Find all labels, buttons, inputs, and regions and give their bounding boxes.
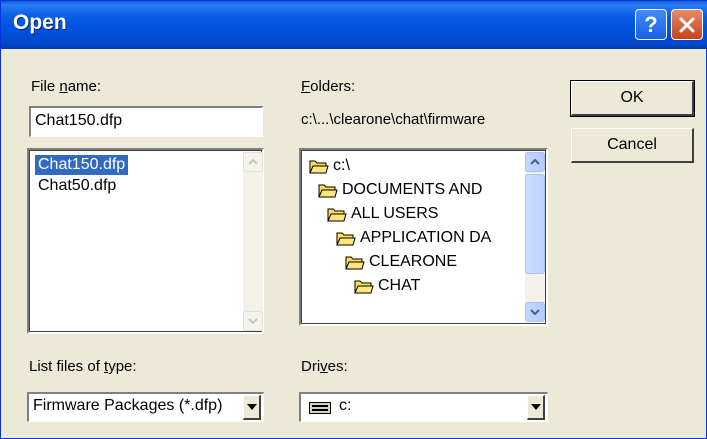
file-name-label: File name:: [31, 78, 102, 95]
dropdown-arrow-icon: [530, 404, 541, 410]
folder-name: CHAT: [378, 277, 421, 294]
hard-drive-icon: [309, 402, 331, 414]
folder-name: ALL USERS: [351, 205, 439, 222]
open-dialog: Open ? File name: Chat150.dfp Chat150.df…: [0, 0, 707, 439]
folder-tree-scrollbar[interactable]: [525, 152, 545, 322]
folder-name: CLEARONE: [369, 253, 458, 270]
folder-tree-item[interactable]: CHAT: [354, 276, 420, 296]
help-icon: ?: [644, 11, 658, 37]
close-button[interactable]: [671, 9, 703, 40]
close-icon: [679, 17, 695, 32]
folder-open-icon: [327, 208, 347, 222]
drives-dropdown-button[interactable]: [527, 395, 545, 420]
file-list[interactable]: Chat150.dfp Chat50.dfp: [27, 148, 264, 334]
title-bar[interactable]: Open ?: [1, 1, 707, 49]
folder-name: DOCUMENTS AND: [342, 181, 483, 198]
ok-button[interactable]: OK: [570, 80, 695, 117]
file-type-value: Firmware Packages (*.dfp): [33, 397, 223, 414]
folder-name: c:\: [333, 157, 350, 174]
drives-label: Drives:: [301, 358, 348, 375]
folder-tree-scroll-thumb[interactable]: [525, 174, 545, 274]
arrow-down-icon: [530, 309, 540, 315]
arrow-down-icon: [248, 318, 258, 324]
file-list-scroll-down-button[interactable]: [243, 311, 263, 331]
folder-open-icon: [345, 256, 365, 270]
cancel-button[interactable]: Cancel: [571, 128, 694, 163]
folder-tree-item[interactable]: APPLICATION DA: [336, 228, 491, 248]
folder-open-icon: [354, 280, 374, 294]
file-type-select[interactable]: Firmware Packages (*.dfp): [27, 392, 264, 422]
file-name-input[interactable]: Chat150.dfp: [29, 106, 263, 137]
folder-tree-item[interactable]: ALL USERS: [327, 204, 438, 224]
drives-select[interactable]: c:: [299, 392, 548, 422]
folder-tree-item[interactable]: CLEARONE: [345, 252, 457, 272]
file-list-item[interactable]: Chat50.dfp: [35, 176, 119, 196]
file-list-item[interactable]: Chat150.dfp: [35, 155, 129, 175]
file-list-scrollbar[interactable]: [243, 152, 263, 331]
drives-value: c:: [339, 397, 352, 414]
current-path: c:\...\clearone\chat\firmware: [301, 111, 486, 128]
dropdown-arrow-icon: [246, 404, 257, 410]
folder-tree-item[interactable]: c:\: [309, 156, 350, 176]
folder-open-icon: [309, 160, 329, 174]
file-list-scroll-up-button[interactable]: [243, 152, 263, 172]
folder-tree[interactable]: c:\ DOCUMENTS AND ALL USERS APPLICATION DA C…: [299, 148, 548, 326]
folder-tree-scroll-up-button[interactable]: [525, 152, 545, 172]
folder-name: APPLICATION DA: [360, 229, 492, 246]
folder-tree-scroll-down-button[interactable]: [525, 302, 545, 322]
folder-open-icon: [318, 184, 338, 198]
folder-tree-item[interactable]: DOCUMENTS AND: [318, 180, 482, 200]
help-button[interactable]: ?: [635, 9, 667, 40]
arrow-up-icon: [530, 159, 540, 165]
folders-label: Folders:: [301, 78, 356, 95]
arrow-up-icon: [248, 159, 258, 165]
file-type-label: List files of type:: [29, 358, 137, 375]
file-type-dropdown-button[interactable]: [243, 395, 261, 420]
folder-open-icon: [336, 232, 356, 246]
dialog-title: Open: [13, 11, 67, 34]
